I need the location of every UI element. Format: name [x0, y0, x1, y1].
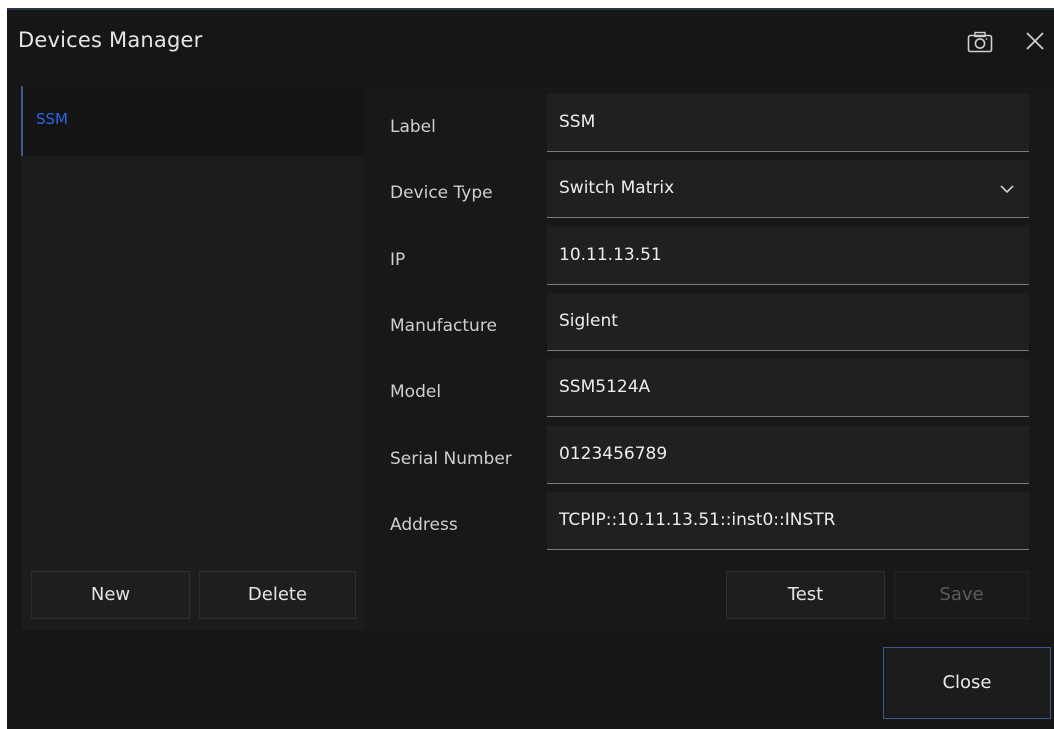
device-type-field-label: Device Type	[390, 183, 493, 203]
new-button[interactable]: New	[31, 571, 190, 619]
ip-field-label: IP	[390, 250, 406, 270]
label-input[interactable]: SSM	[547, 94, 1029, 152]
address-field-label: Address	[390, 515, 458, 535]
device-type-select-value: Switch Matrix	[559, 178, 675, 198]
test-button[interactable]: Test	[726, 571, 885, 619]
serial-number-field-label: Serial Number	[390, 449, 512, 469]
close-icon[interactable]	[1022, 28, 1048, 54]
device-list-item-label: SSM	[36, 110, 68, 128]
chevron-down-icon	[999, 181, 1015, 195]
device-list-panel: SSM New Delete	[21, 86, 364, 630]
devices-manager-dialog: Devices Manager SSM New Delete Label SSM…	[7, 8, 1054, 729]
title-bar: Devices Manager	[7, 10, 1054, 74]
model-input-value: SSM5124A	[559, 377, 651, 397]
serial-number-input[interactable]: 0123456789	[547, 426, 1029, 484]
address-input[interactable]: TCPIP::10.11.13.51::inst0::INSTR	[547, 492, 1029, 550]
camera-icon[interactable]	[967, 31, 993, 53]
manufacture-input[interactable]: Siglent	[547, 293, 1029, 351]
device-details-panel: Label SSM Device Type Switch Matrix IP 1…	[364, 86, 1054, 630]
save-button[interactable]: Save	[894, 571, 1029, 619]
delete-button[interactable]: Delete	[199, 571, 356, 619]
label-input-value: SSM	[559, 112, 596, 132]
device-list-item[interactable]: SSM	[21, 86, 364, 156]
model-field-label: Model	[390, 382, 442, 402]
ip-input-value: 10.11.13.51	[559, 245, 662, 265]
close-button[interactable]: Close	[883, 647, 1051, 719]
serial-number-input-value: 0123456789	[559, 444, 668, 464]
label-field-label: Label	[390, 117, 436, 137]
model-input[interactable]: SSM5124A	[547, 359, 1029, 417]
manufacture-field-label: Manufacture	[390, 316, 497, 336]
address-input-value: TCPIP::10.11.13.51::inst0::INSTR	[559, 510, 836, 530]
window-title: Devices Manager	[18, 28, 203, 52]
ip-input[interactable]: 10.11.13.51	[547, 227, 1029, 285]
device-type-select[interactable]: Switch Matrix	[547, 160, 1029, 218]
manufacture-input-value: Siglent	[559, 311, 618, 331]
